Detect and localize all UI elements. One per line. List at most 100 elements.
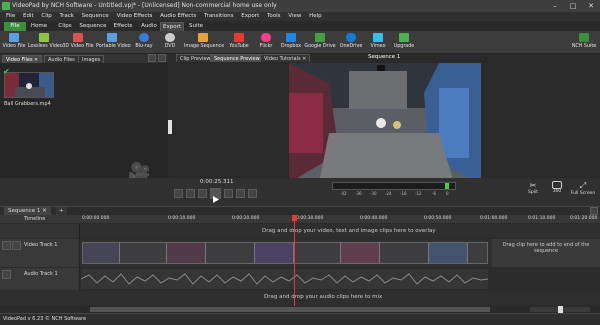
tab-audio[interactable]: Audio [138,22,160,31]
tab-sequence-preview[interactable]: Sequence Preview [210,54,264,62]
tab-video-files[interactable]: Video Files ✕ [2,55,42,63]
menu-help[interactable]: Help [309,12,322,21]
tab-video-tutorials[interactable]: Video Tutorials ✕ [260,54,311,62]
tab-export[interactable]: Export [160,22,184,31]
menu-clip[interactable]: Clip [41,12,51,21]
clip-name: Ball Grabbers.mp4 [4,101,51,107]
timeline-label: Timeline [24,216,46,222]
menu-audio-effects[interactable]: Audio Effects [160,12,196,21]
tab-sequence[interactable]: Sequence [78,22,108,31]
scroll-thumb[interactable] [90,307,490,312]
overlay-track-header [0,224,80,238]
menu-transitions[interactable]: Transitions [204,12,233,21]
play-button[interactable] [210,188,221,203]
audio-waveform[interactable] [80,269,489,289]
google-drive-button[interactable]: Google Drive [304,33,336,49]
portable-video-icon [107,33,117,42]
video-file-icon [9,33,19,42]
current-time: 0:00:25.311 [200,179,234,185]
video-track-eye-icon[interactable] [2,241,11,250]
app-logo-icon [2,2,10,10]
go-start-button[interactable] [174,189,183,198]
vimeo-icon [373,33,383,42]
step-forward-button[interactable] [224,189,233,198]
video-track-label: Video Track 1 [24,242,58,248]
timeline-scrollbar[interactable] [80,306,600,313]
title-bar: VideoPad by NCH Software - Untitled.vpj*… [0,0,600,12]
tab-images[interactable]: Images [78,55,105,63]
lossless-video-icon [39,33,49,42]
tab-effects[interactable]: Effects [110,22,136,31]
dropbox-button[interactable]: Dropbox [280,33,302,49]
360-icon [552,181,562,189]
drop-clip-zone[interactable]: Drag clip here to add to end of the sequ… [492,239,600,267]
playback-controls: 0:00:25.311 -42 -36 -30 -24 -18 -12 -6 0… [0,178,600,206]
menu-bar: File Edit Clip Track Sequence Video Effe… [0,12,600,21]
video-file-button[interactable]: Video File [2,33,26,49]
video-clip-strip[interactable] [82,242,488,264]
previous-frame-button[interactable] [186,189,195,198]
timeline-ruler[interactable]: Timeline 0:00:00.000 0:00:10.000 0:00:20… [0,215,600,223]
add-bin-icon[interactable] [158,54,166,62]
next-frame-button[interactable] [236,189,245,198]
bin-clip-thumbnail[interactable] [4,72,54,98]
tab-audio-files[interactable]: Audio Files [44,55,79,63]
flickr-button[interactable]: Flickr [256,33,276,49]
split-button[interactable]: ✂ Split [526,181,540,195]
fullscreen-button[interactable]: ⤢ Full Screen [568,181,598,196]
step-back-button[interactable] [198,189,207,198]
video-track[interactable]: Video Track 1 Drag clip here to add to e… [0,239,600,267]
360-button[interactable]: 360 [550,181,564,194]
panel-splitter[interactable] [168,120,172,134]
tab-suite[interactable]: Suite [186,22,206,31]
zoom-handle[interactable] [558,306,563,313]
3d-video-file-button[interactable]: 3D Video File [62,33,94,49]
tab-home[interactable]: Home [28,22,50,31]
menu-track[interactable]: Track [60,12,74,21]
vimeo-button[interactable]: Vimeo [368,33,388,49]
audio-mix-track[interactable]: Drag and drop your audio clips here to m… [0,291,600,305]
audio-level-meter [332,182,456,190]
upgrade-icon [399,33,409,42]
close-button[interactable]: ✕ [582,0,600,12]
status-bar: VideoPad v 6.23 © NCH Software [0,313,600,324]
audio-track[interactable]: Audio Track 1 [0,268,600,290]
menu-file[interactable]: File [6,12,15,21]
menu-export[interactable]: Export [241,12,259,21]
video-preview[interactable] [289,63,481,183]
maximize-button[interactable]: □ [564,0,582,12]
dropbox-icon [286,33,296,42]
tab-clip-preview[interactable]: Clip Preview [176,54,215,62]
image-sequence-button[interactable]: Image Sequence [184,33,224,49]
youtube-button[interactable]: YouTube [228,33,250,49]
upgrade-button[interactable]: Upgrade [392,33,416,49]
menu-tools[interactable]: Tools [267,12,281,21]
dvd-button[interactable]: DVD [160,33,180,49]
portable-video-button[interactable]: Portable Video [96,33,131,49]
zoom-slider[interactable] [530,306,590,313]
onedrive-button[interactable]: OneDrive [338,33,364,49]
meter-level [445,183,449,189]
menu-view[interactable]: View [288,12,301,21]
check-icon: ✔ [3,67,10,76]
go-end-button[interactable] [248,189,257,198]
preview-title: Sequence 1 [368,54,401,60]
audio-track-mute-icon[interactable] [2,270,11,279]
video-track-lock-icon[interactable] [12,241,21,250]
tab-clips[interactable]: Clips [54,22,76,31]
menu-edit[interactable]: Edit [23,12,34,21]
bin-options-icon[interactable] [148,54,156,62]
overlay-track[interactable]: Drag and drop your video, text and image… [0,224,600,238]
tab-file[interactable]: File [4,22,26,31]
dvd-icon [165,33,175,42]
minimize-button[interactable]: – [546,0,564,12]
sequence-options-icon[interactable] [590,207,598,215]
menu-video-effects[interactable]: Video Effects [117,12,153,21]
bluray-button[interactable]: Blu-ray [132,33,156,49]
youtube-icon [234,33,244,42]
audio-track-header: Audio Track 1 [0,268,80,290]
lossless-video-button[interactable]: Lossless Video [28,33,63,49]
nch-suite-button[interactable]: NCH Suite [570,33,598,49]
image-sequence-icon [198,33,208,42]
menu-sequence[interactable]: Sequence [82,12,109,21]
